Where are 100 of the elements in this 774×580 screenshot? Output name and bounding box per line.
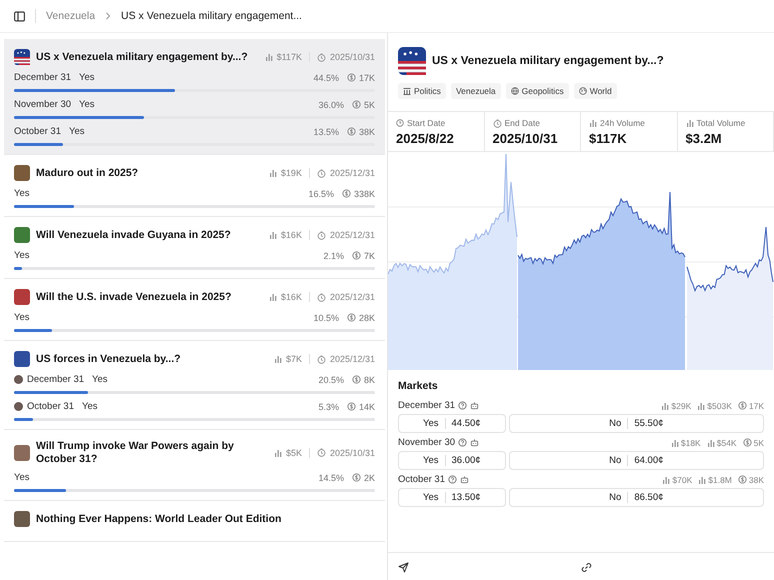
market-label: October 31 — [398, 474, 445, 485]
bar-chart-icon — [686, 119, 694, 127]
coin-icon — [738, 401, 747, 410]
outcome-label: Yes — [14, 188, 30, 199]
send-icon[interactable] — [398, 562, 409, 572]
bar-chart-icon — [670, 438, 679, 446]
link-icon[interactable] — [581, 562, 592, 572]
buy-yes-button[interactable]: Yes 44.50¢ — [398, 414, 506, 433]
avatar-icon — [14, 375, 23, 384]
traders-count: 8K — [364, 374, 375, 384]
avatar-icon — [14, 402, 23, 411]
outcome-side: Yes — [82, 401, 98, 412]
robot-icon — [470, 438, 480, 447]
end-date-text: 2025/12/31 — [330, 292, 375, 302]
outcome-label: October 31 — [14, 126, 61, 137]
outcome-percent: 20.5% — [318, 374, 344, 384]
chevron-icon — [105, 12, 112, 20]
bar-chart-icon — [268, 169, 277, 177]
outcome-label: Yes — [14, 312, 30, 323]
volume-text: $16K — [280, 230, 302, 240]
buy-yes-button[interactable]: Yes 36.00¢ — [398, 451, 506, 470]
volume-text: $5K — [286, 448, 302, 458]
stat-value: $117K — [589, 131, 628, 146]
volume-24h-text: $29K — [671, 400, 692, 410]
coin-icon — [352, 100, 361, 109]
outcome-label: Yes — [14, 472, 30, 484]
pillar-icon — [403, 87, 411, 95]
event-thumbnail — [14, 49, 30, 65]
stat-label: Start Date — [407, 118, 446, 128]
volume-total-text: $54K — [716, 438, 737, 448]
outcome-percent: 2.1% — [323, 250, 344, 260]
breadcrumb-link[interactable]: US x Venezuela military engagement... — [121, 10, 302, 22]
globe-icon — [510, 87, 519, 95]
buy-no-button[interactable]: No 86.50¢ — [508, 488, 764, 507]
coin-icon — [346, 402, 356, 411]
traders-count: 17K — [358, 72, 375, 82]
help-icon — [448, 475, 457, 484]
clock-icon — [492, 118, 502, 128]
volume-text: $7K — [286, 354, 302, 364]
globe-icon — [578, 87, 587, 95]
coin-icon — [742, 438, 752, 447]
volume-24h-text: $70K — [672, 474, 692, 484]
traders-count: 17K — [748, 400, 764, 410]
end-date-text: 2025/12/31 — [330, 230, 375, 240]
clock-icon — [316, 448, 326, 458]
traders-count: 2K — [364, 472, 375, 483]
volume-24h-text: $18K — [680, 438, 701, 448]
tag-chip[interactable]: Politics — [398, 83, 446, 99]
bar-chart-icon — [697, 402, 706, 410]
outcome-side: Yes — [92, 374, 108, 385]
clock-icon — [316, 230, 326, 240]
breadcrumb-link[interactable]: Venezuela — [46, 10, 96, 22]
traders-count: 5K — [754, 438, 764, 448]
clock-icon — [316, 292, 326, 302]
coin-icon — [352, 375, 361, 384]
tag-chip[interactable]: World — [574, 83, 617, 99]
event-thumbnail — [14, 511, 30, 528]
outcome-label: Yes — [14, 250, 30, 261]
event-card[interactable]: US x Venezuela military engagement by...? $117K 2025/10/31 December 31 Yes 44.5% 17K November 30 Yes 36.0% 5K October 31 Yes 13.5% 38K — [4, 39, 385, 155]
event-title: US forces in Venezuela by...? — [36, 352, 182, 366]
outcome-percent: 5.3% — [318, 402, 339, 412]
sidebar-toggle-icon[interactable] — [14, 10, 25, 22]
coin-icon — [346, 313, 356, 322]
volume-total-text: $1.8M — [708, 474, 732, 484]
bar-chart-icon — [268, 231, 277, 239]
volume-total-text: $503K — [707, 400, 732, 410]
buy-no-button[interactable]: No 64.00¢ — [508, 451, 764, 470]
outcome-percent: 36.0% — [318, 100, 344, 110]
end-date-text: 2025/10/31 — [330, 52, 375, 62]
market-label: December 31 — [398, 400, 456, 411]
event-title: Maduro out in 2025? — [36, 166, 140, 180]
event-title: Nothing Ever Happens: World Leader Out Edition — [36, 512, 282, 526]
traders-count: 38K — [358, 126, 375, 136]
event-title: Will the U.S. invade Venezuela in 2025? — [36, 290, 232, 304]
event-thumbnail — [14, 444, 30, 461]
outcome-percent: 44.5% — [313, 72, 339, 82]
volume-text: $16K — [280, 292, 302, 302]
traders-count: 5K — [364, 100, 375, 110]
outcome-side: Yes — [79, 99, 95, 110]
tag-chip[interactable]: Venezuela — [450, 83, 501, 99]
tag-chip[interactable]: Geopolitics — [506, 83, 569, 99]
stat-value: $3.2M — [686, 131, 723, 146]
event-title: Will Trump invoke War Powers again by October 31? — [36, 440, 235, 466]
buy-no-button[interactable]: No 55.50¢ — [508, 414, 764, 433]
event-title: Will Venezuela invade Guyana in 2025? — [36, 228, 232, 242]
event-thumbnail — [14, 227, 30, 243]
bar-chart-icon — [698, 476, 706, 484]
bar-chart-icon — [268, 293, 277, 301]
stat-value: 2025/10/31 — [492, 131, 559, 146]
end-date-text: 2025/10/31 — [330, 448, 375, 458]
stat-label: 24h Volume — [600, 118, 645, 128]
buy-yes-button[interactable]: Yes 13.50¢ — [398, 488, 506, 507]
outcome-label: November 30 — [14, 99, 72, 110]
stat-label: End Date — [504, 118, 540, 128]
outcome-label: December 31 — [27, 374, 84, 385]
outcome-side: Yes — [79, 72, 95, 83]
traders-count: 38K — [748, 474, 764, 484]
clock-icon — [316, 52, 326, 62]
stat-value: 2025/8/22 — [396, 131, 455, 146]
robot-icon — [460, 475, 469, 484]
